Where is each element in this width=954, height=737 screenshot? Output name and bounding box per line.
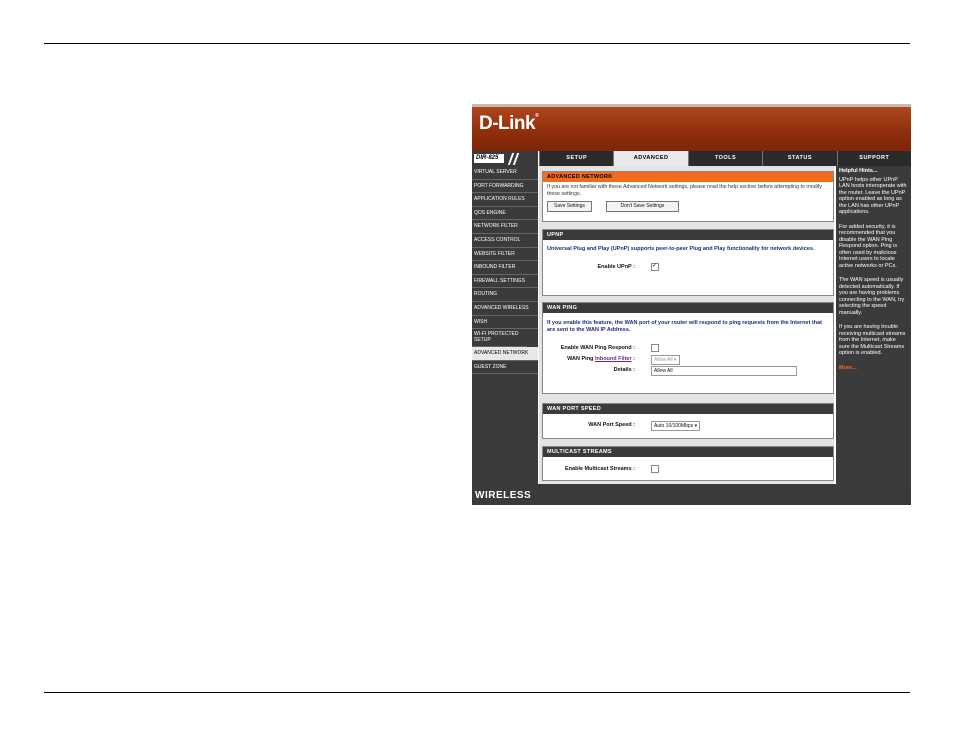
sidebar-item-port-forwarding[interactable]: PORT FORWARDING (472, 180, 538, 194)
sidebar-item-wifi-protected-setup[interactable]: WI-FI PROTECTED SETUP (472, 329, 527, 348)
more-link[interactable]: More... (836, 365, 911, 372)
sidebar: VIRTUAL SERVER PORT FORWARDING APPLICATI… (472, 166, 538, 484)
main-content: ADVANCED NETWORK If you are not familiar… (539, 166, 834, 484)
dont-save-settings-button[interactable]: Don't Save Settings (605, 201, 680, 212)
enable-upnp-checkbox[interactable] (651, 262, 659, 271)
hint-upnp: UPnP helps other UPnP LAN hosts interope… (839, 176, 907, 216)
wan-ping-description: If you enable this feature, the WAN port… (547, 320, 823, 333)
enable-multicast-label: Enable Multicast Streams : (565, 466, 635, 472)
sidebar-item-qos-engine[interactable]: QOS ENGINE (472, 207, 538, 221)
tab-status[interactable]: STATUS (762, 151, 837, 166)
wan-port-speed-section: WAN PORT SPEED WAN Port Speed : Auto 10/… (542, 403, 834, 439)
tab-support[interactable]: SUPPORT (836, 151, 911, 166)
sidebar-item-guest-zone[interactable]: GUEST ZONE (472, 361, 538, 375)
wan-ping-respond-checkbox[interactable] (651, 344, 659, 352)
section-title: ADVANCED NETWORK (543, 172, 833, 182)
tab-tools[interactable]: TOOLS (687, 151, 763, 166)
save-settings-button[interactable]: Save Settings (547, 201, 592, 212)
sidebar-item-virtual-server[interactable]: VIRTUAL SERVER (472, 166, 538, 180)
helpful-hints-panel: Helpful Hints... UPnP helps other UPnP L… (836, 166, 911, 484)
top-tabs: SETUP ADVANCED TOOLS STATUS SUPPORT (539, 151, 911, 166)
upnp-section: UPNP Universal Plug and Play (UPnP) supp… (542, 229, 834, 296)
footer-bar: WIRELESS (472, 484, 911, 505)
wan-port-speed-label: WAN Port Speed : (588, 422, 635, 428)
hint-multicast: If you are having trouble receiving mult… (839, 324, 906, 356)
model-bar: DIR-825 (472, 151, 538, 166)
section-title: UPNP (543, 230, 833, 240)
wan-ping-section: WAN PING If you enable this feature, the… (542, 302, 834, 394)
bottom-rule (44, 692, 910, 693)
sidebar-item-access-control[interactable]: ACCESS CONTROL (472, 234, 538, 248)
section-title: WAN PORT SPEED (543, 404, 833, 414)
section-title: MULTICAST STREAMS (543, 447, 833, 457)
section-title: WAN PING (543, 303, 833, 313)
upnp-description: Universal Plug and Play (UPnP) supports … (547, 246, 815, 252)
dlink-logo: D-Link® (479, 113, 539, 134)
chevron-down-icon: ▾ (694, 423, 698, 429)
decor-slash (512, 153, 520, 165)
model-label: DIR-825 (474, 154, 504, 163)
sidebar-item-application-rules[interactable]: APPLICATION RULES (472, 193, 538, 207)
router-screenshot: D-Link® DIR-825 SETUP ADVANCED TOOLS STA… (472, 104, 911, 505)
chevron-down-icon: ▾ (674, 357, 677, 363)
sidebar-item-routing[interactable]: ROUTING (472, 288, 538, 302)
inbound-filter-link[interactable]: Inbound Filter (595, 356, 632, 362)
tab-advanced[interactable]: ADVANCED (613, 151, 688, 166)
wan-port-speed-select[interactable]: Auto 10/100Mbps ▾ (651, 421, 701, 431)
wan-ping-filter-label: WAN Ping Inbound Filter : (567, 356, 635, 362)
wan-ping-filter-select[interactable]: Allow All ▾ (651, 355, 680, 365)
details-label: Details : (613, 367, 635, 373)
enable-upnp-label: Enable UPnP : (597, 264, 636, 270)
multicast-streams-section: MULTICAST STREAMS Enable Multicast Strea… (542, 446, 834, 481)
sidebar-item-advanced-wireless[interactable]: ADVANCED WIRELESS (472, 302, 538, 316)
advanced-network-section: ADVANCED NETWORK If you are not familiar… (542, 171, 834, 222)
top-rule (44, 43, 910, 44)
tab-setup[interactable]: SETUP (539, 151, 614, 166)
wan-ping-respond-label: Enable WAN Ping Respond : (560, 345, 635, 351)
sidebar-item-inbound-filter[interactable]: INBOUND FILTER (472, 261, 538, 275)
details-field[interactable]: Allow All (651, 366, 797, 376)
sidebar-item-network-filter[interactable]: NETWORK FILTER (472, 220, 538, 234)
sidebar-item-advanced-network[interactable]: ADVANCED NETWORK (472, 347, 538, 361)
banner: D-Link® (472, 104, 911, 151)
intro-text: If you are not familiar with these Advan… (547, 184, 823, 197)
wireless-label: WIRELESS (475, 490, 532, 501)
sidebar-item-website-filter[interactable]: WEBSITE FILTER (472, 248, 538, 262)
hint-wan-ping: For added security, it is recommended th… (839, 223, 898, 269)
hint-wan-speed: The WAN speed is usually detected automa… (839, 277, 905, 316)
hints-title: Helpful Hints... (839, 168, 878, 174)
enable-multicast-checkbox[interactable] (651, 465, 659, 473)
sidebar-item-wish[interactable]: WISH (472, 316, 538, 330)
sidebar-item-firewall-settings[interactable]: FIREWALL SETTINGS (472, 275, 538, 289)
